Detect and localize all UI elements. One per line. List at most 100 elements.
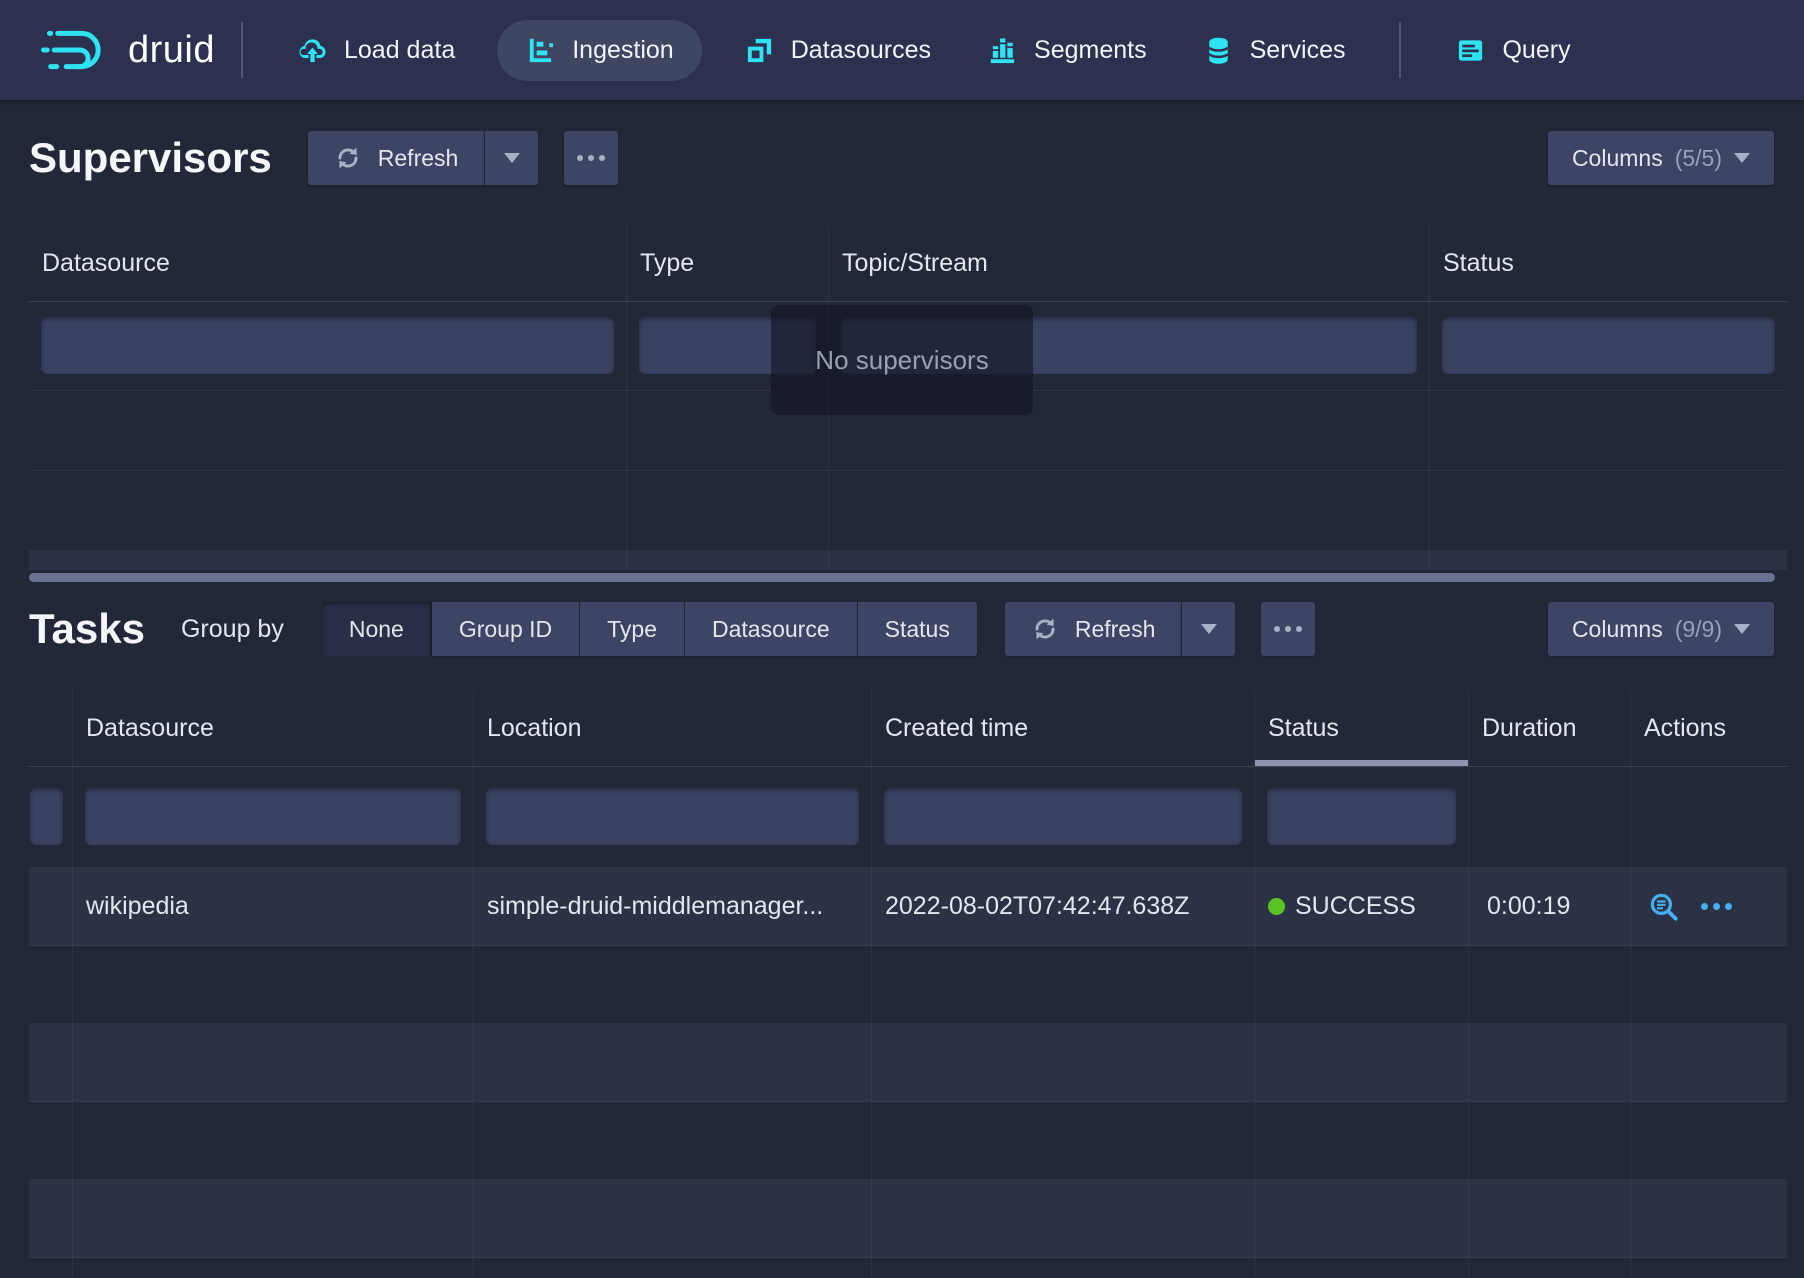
- location-filter-input[interactable]: [486, 788, 859, 845]
- table-row: [29, 1024, 1787, 1102]
- supervisors-refresh-interval-button[interactable]: [484, 131, 538, 185]
- table-row: [29, 1180, 1787, 1258]
- tasks-table: Datasource Location Created time Status …: [29, 690, 1787, 1278]
- type-filter-input[interactable]: [639, 317, 816, 374]
- column-header-status[interactable]: Status: [1430, 225, 1787, 301]
- task-location-cell: simple-druid-middlemanager...: [474, 868, 872, 945]
- tasks-filter-row: [29, 767, 1787, 868]
- nav-label: Query: [1502, 36, 1570, 65]
- column-header-topic-stream[interactable]: Topic/Stream: [829, 225, 1430, 301]
- supervisors-filter-row: [29, 302, 1787, 391]
- supervisors-refresh-button[interactable]: Refresh: [308, 131, 485, 185]
- chevron-down-icon: [1734, 153, 1750, 163]
- column-header-hidden[interactable]: [29, 690, 73, 766]
- column-header-location[interactable]: Location: [474, 690, 872, 766]
- chevron-down-icon: [1201, 624, 1217, 634]
- refresh-icon: [1031, 615, 1059, 643]
- task-status-cell: SUCCESS: [1255, 868, 1469, 945]
- supervisors-header-row: Datasource Type Topic/Stream Status: [29, 225, 1787, 302]
- datasource-filter-input[interactable]: [85, 788, 461, 845]
- table-row: [29, 946, 1787, 1024]
- layered-squares-icon: [744, 35, 775, 66]
- table-row: [29, 391, 1787, 471]
- chevron-down-icon: [1734, 624, 1750, 634]
- column-header-datasource[interactable]: Datasource: [73, 690, 474, 766]
- nav-divider: [241, 22, 243, 78]
- nav-item-query[interactable]: Query: [1455, 35, 1570, 66]
- more-icon: [577, 155, 583, 161]
- supervisors-more-button[interactable]: [564, 131, 618, 185]
- nav-item-datasources[interactable]: Datasources: [744, 35, 931, 66]
- task-row-wikipedia: wikipedia simple-druid-middlemanager... …: [29, 868, 1787, 946]
- column-header-created-time[interactable]: Created time: [872, 690, 1255, 766]
- group-by-status-button[interactable]: Status: [858, 602, 977, 656]
- task-actions-menu-icon[interactable]: [1701, 903, 1732, 910]
- group-by-none-button[interactable]: None: [322, 602, 432, 656]
- ingestion-gantt-icon: [525, 35, 556, 66]
- table-row: [29, 471, 1787, 551]
- tasks-refresh-interval-button[interactable]: [1181, 602, 1235, 656]
- tasks-title: Tasks: [29, 605, 145, 653]
- refresh-label: Refresh: [378, 145, 459, 172]
- column-header-status-sorted[interactable]: Status: [1255, 690, 1469, 766]
- tasks-toolbar: Tasks Group by None Group ID Type Dataso…: [29, 602, 1774, 656]
- nav-label: Load data: [344, 36, 455, 65]
- tasks-refresh-button[interactable]: Refresh: [1005, 602, 1182, 656]
- nav-label: Ingestion: [572, 36, 673, 65]
- topic-stream-filter-input[interactable]: [841, 317, 1417, 374]
- table-row: [29, 1102, 1787, 1180]
- task-duration-cell: 0:00:19: [1469, 868, 1631, 945]
- query-console-icon: [1455, 35, 1486, 66]
- column-header-duration[interactable]: Duration: [1469, 690, 1631, 766]
- tasks-columns-button[interactable]: Columns (9/9): [1548, 602, 1774, 656]
- datasource-filter-input[interactable]: [41, 317, 614, 374]
- tasks-header-row: Datasource Location Created time Status …: [29, 690, 1787, 767]
- hidden-column-filter-input[interactable]: [30, 788, 63, 845]
- inspect-magnifier-icon[interactable]: [1647, 890, 1681, 924]
- group-by-group-id-button[interactable]: Group ID: [432, 602, 580, 656]
- group-by-type-button[interactable]: Type: [580, 602, 685, 656]
- refresh-icon: [334, 144, 362, 172]
- nav-item-services[interactable]: Services: [1203, 35, 1346, 66]
- columns-count: (9/9): [1675, 616, 1722, 643]
- status-filter-input[interactable]: [1267, 788, 1456, 845]
- supervisors-columns-button[interactable]: Columns (5/5): [1548, 131, 1774, 185]
- nav-label: Segments: [1034, 36, 1147, 65]
- nav-item-load-data[interactable]: Load data: [297, 35, 455, 66]
- success-status-dot: [1268, 898, 1285, 915]
- druid-logo-icon: [40, 25, 116, 75]
- cloud-upload-icon: [297, 35, 328, 66]
- group-by-label: Group by: [181, 615, 284, 644]
- table-row: [29, 551, 1787, 570]
- group-by-segmented: None Group ID Type Datasource Status: [322, 602, 977, 656]
- nav-divider: [1399, 22, 1401, 78]
- created-time-filter-input[interactable]: [884, 788, 1242, 845]
- task-actions-cell: [1631, 868, 1787, 945]
- supervisors-table: Datasource Type Topic/Stream Status No s…: [29, 225, 1787, 570]
- supervisors-toolbar: Supervisors Refresh: [29, 131, 1774, 185]
- tasks-more-button[interactable]: [1261, 602, 1315, 656]
- group-by-datasource-button[interactable]: Datasource: [685, 602, 858, 656]
- supervisors-refresh-group: Refresh: [308, 131, 539, 185]
- status-badge: SUCCESS: [1295, 892, 1416, 921]
- status-filter-input[interactable]: [1442, 317, 1775, 374]
- column-header-type[interactable]: Type: [627, 225, 829, 301]
- top-navbar: druid Load data Ingestion: [0, 0, 1804, 100]
- column-header-datasource[interactable]: Datasource: [29, 225, 627, 301]
- columns-label: Columns: [1572, 145, 1663, 172]
- supervisors-title: Supervisors: [29, 134, 272, 182]
- nav-item-segments[interactable]: Segments: [987, 35, 1147, 66]
- supervisors-horizontal-scrollbar[interactable]: [29, 573, 1775, 582]
- columns-label: Columns: [1572, 616, 1663, 643]
- column-header-actions[interactable]: Actions: [1631, 690, 1787, 766]
- brand-name: druid: [128, 29, 215, 72]
- columns-count: (5/5): [1675, 145, 1722, 172]
- nav-label: Services: [1250, 36, 1346, 65]
- nav-item-ingestion-active[interactable]: Ingestion: [497, 20, 701, 81]
- task-created-time-cell: 2022-08-02T07:42:47.638Z: [872, 868, 1255, 945]
- nav-label: Datasources: [791, 36, 931, 65]
- druid-logo[interactable]: druid: [40, 25, 215, 75]
- refresh-label: Refresh: [1075, 616, 1156, 643]
- stacked-bars-icon: [987, 35, 1018, 66]
- tasks-refresh-group: Refresh: [1005, 602, 1236, 656]
